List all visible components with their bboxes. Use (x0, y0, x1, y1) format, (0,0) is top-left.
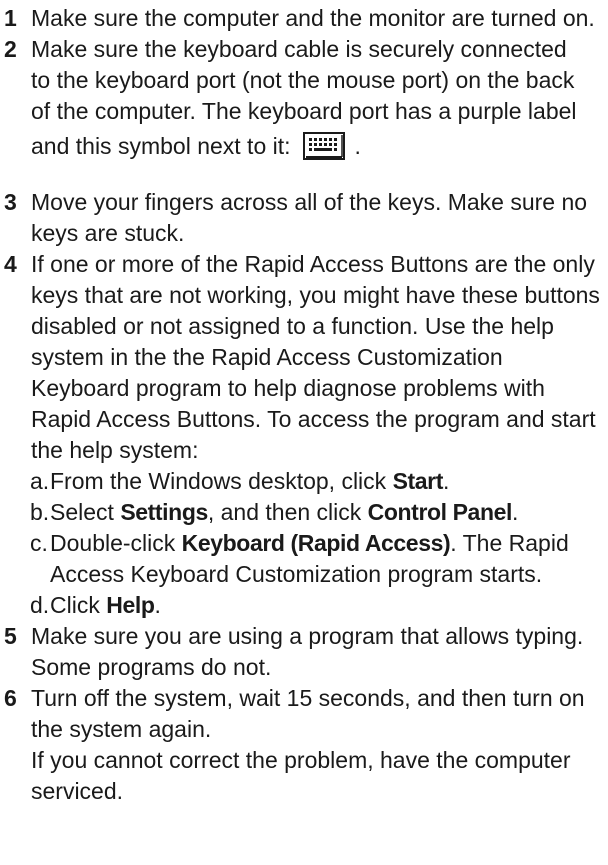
sub-step-letter: c. (30, 530, 48, 556)
step-text-line: to the keyboard port (not the mouse port… (31, 67, 575, 93)
sub-step-letter: a. (30, 468, 50, 494)
step-number: 3 (4, 189, 17, 215)
step-text-line: of the computer. The keyboard port has a… (31, 98, 577, 124)
closing-note: If you cannot correct the problem, have … (31, 747, 571, 804)
step-text: If one or more of the Rapid Access Butto… (31, 251, 600, 463)
ui-term: Help (106, 592, 155, 618)
step-number: 6 (4, 685, 17, 711)
step-number: 2 (4, 36, 17, 62)
step-text-line: Make sure the keyboard cable is securely… (31, 36, 567, 62)
sub-step-d: d. Click Help. (0, 590, 606, 621)
ui-term: Keyboard (Rapid Access) (181, 530, 451, 556)
step-text: and this symbol next to it: (31, 132, 291, 159)
sub-step-text: . (442, 468, 450, 494)
step-5: 5 Make sure you are using a program that… (0, 621, 606, 683)
step-6: 6 Turn off the system, wait 15 seconds, … (0, 683, 606, 745)
sub-step-letter: d. (30, 592, 50, 618)
symbol-line: and this symbol next to it: . (31, 127, 606, 165)
ui-term: Settings (120, 499, 208, 525)
step-text: Make sure the computer and the monitor a… (31, 5, 595, 31)
sub-step-b: b. Select Settings, and then click Contr… (0, 497, 606, 528)
sub-step-text: . (511, 499, 519, 525)
sub-step-a: a. From the Windows desktop, click Start… (0, 466, 606, 497)
step-text: Move your fingers across all of the keys… (31, 189, 588, 246)
step-2: 2 Make sure the keyboard cable is secure… (0, 34, 606, 165)
sub-step-text: , and then click (207, 499, 368, 525)
sub-step-text: Double-click (50, 530, 182, 556)
sub-step-text: From the Windows desktop, click (50, 468, 393, 494)
sub-step-text: Click (50, 592, 107, 618)
step-text: . (354, 132, 361, 159)
ui-term: Start (392, 468, 444, 494)
troubleshooting-steps: 1 Make sure the computer and the monitor… (0, 3, 606, 807)
sub-step-text: . (154, 592, 161, 618)
sub-step-text: Select (50, 499, 121, 525)
step-text: Turn off the system, wait 15 seconds, an… (31, 685, 585, 742)
step-3: 3 Move your fingers across all of the ke… (0, 187, 606, 249)
sub-step-letter: b. (30, 499, 50, 525)
step-number: 4 (4, 251, 17, 277)
step-text: Make sure you are using a program that a… (31, 623, 584, 680)
ui-term: Control Panel (367, 499, 513, 525)
keyboard-icon (302, 132, 345, 160)
sub-step-c: c. Double-click Keyboard (Rapid Access).… (0, 528, 606, 590)
step-number: 1 (4, 5, 17, 31)
step-number: 5 (4, 623, 17, 649)
step-1: 1 Make sure the computer and the monitor… (0, 3, 606, 34)
step-4: 4 If one or more of the Rapid Access But… (0, 249, 606, 466)
